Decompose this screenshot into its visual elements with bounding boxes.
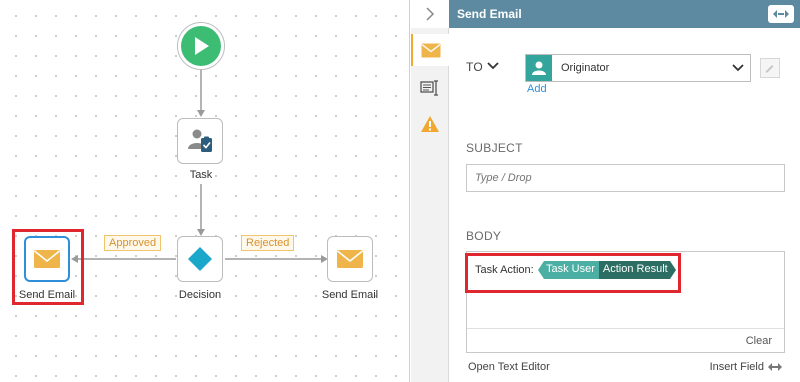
body-label: BODY xyxy=(466,229,502,243)
add-recipient-link[interactable]: Add xyxy=(527,83,547,95)
collapse-panel-button[interactable] xyxy=(411,0,449,28)
rejected-path-label[interactable]: Rejected xyxy=(241,235,295,251)
warning-icon xyxy=(421,116,439,132)
task-label: Task xyxy=(189,169,213,181)
insert-arrows-icon xyxy=(768,363,782,371)
arrowhead xyxy=(197,110,205,117)
chevron-down-icon xyxy=(487,62,499,70)
panel-header: Send Email xyxy=(449,0,800,28)
selection-highlight-node xyxy=(12,229,84,305)
open-text-editor-link[interactable]: Open Text Editor xyxy=(468,361,550,373)
approved-path-label[interactable]: Approved xyxy=(104,235,162,251)
subject-label: SUBJECT xyxy=(466,141,523,155)
tab-email[interactable] xyxy=(411,34,449,66)
clear-body-button[interactable]: Clear xyxy=(746,335,772,347)
selection-highlight-token xyxy=(465,253,681,293)
to-options-toggle[interactable] xyxy=(487,60,499,74)
insert-field-button[interactable]: Insert Field xyxy=(710,361,782,373)
to-label: TO xyxy=(466,60,484,74)
tab-warnings[interactable] xyxy=(411,108,449,140)
chevron-down-icon xyxy=(732,62,744,76)
panel-side-tabs xyxy=(411,0,449,382)
decision-label: Decision xyxy=(178,289,222,301)
text-box-icon xyxy=(420,80,438,96)
chevron-right-icon xyxy=(426,7,435,21)
expand-panel-button[interactable] xyxy=(768,5,794,23)
task-user-icon xyxy=(188,129,212,152)
start-circle xyxy=(181,26,221,66)
insert-field-label: Insert Field xyxy=(709,361,764,373)
body-footer: Clear xyxy=(467,328,784,352)
user-icon xyxy=(526,55,552,81)
arrowhead xyxy=(197,229,205,236)
subject-input[interactable] xyxy=(466,164,785,192)
envelope-icon xyxy=(421,43,441,57)
send-email-node-right[interactable] xyxy=(327,236,373,282)
tab-text-properties[interactable] xyxy=(411,72,449,104)
recipient-value: Originator xyxy=(561,62,610,74)
start-node[interactable] xyxy=(177,22,225,70)
pencil-icon xyxy=(765,65,774,73)
edit-recipient-button[interactable] xyxy=(760,58,780,78)
properties-panel: Send Email TO Originator Add SUBJECT Typ… xyxy=(449,0,800,382)
recipient-select[interactable]: Originator xyxy=(525,54,751,82)
workflow-canvas[interactable]: Task Decision Send Email Send Email Appr… xyxy=(0,0,410,382)
expand-arrows-icon xyxy=(773,10,789,18)
play-icon xyxy=(195,37,209,55)
decision-node[interactable] xyxy=(177,236,223,282)
decision-diamond-icon xyxy=(188,247,212,271)
panel-title: Send Email xyxy=(457,7,522,21)
envelope-icon xyxy=(337,250,363,268)
task-node[interactable] xyxy=(177,118,223,164)
send-email-right-label: Send Email xyxy=(321,289,379,301)
